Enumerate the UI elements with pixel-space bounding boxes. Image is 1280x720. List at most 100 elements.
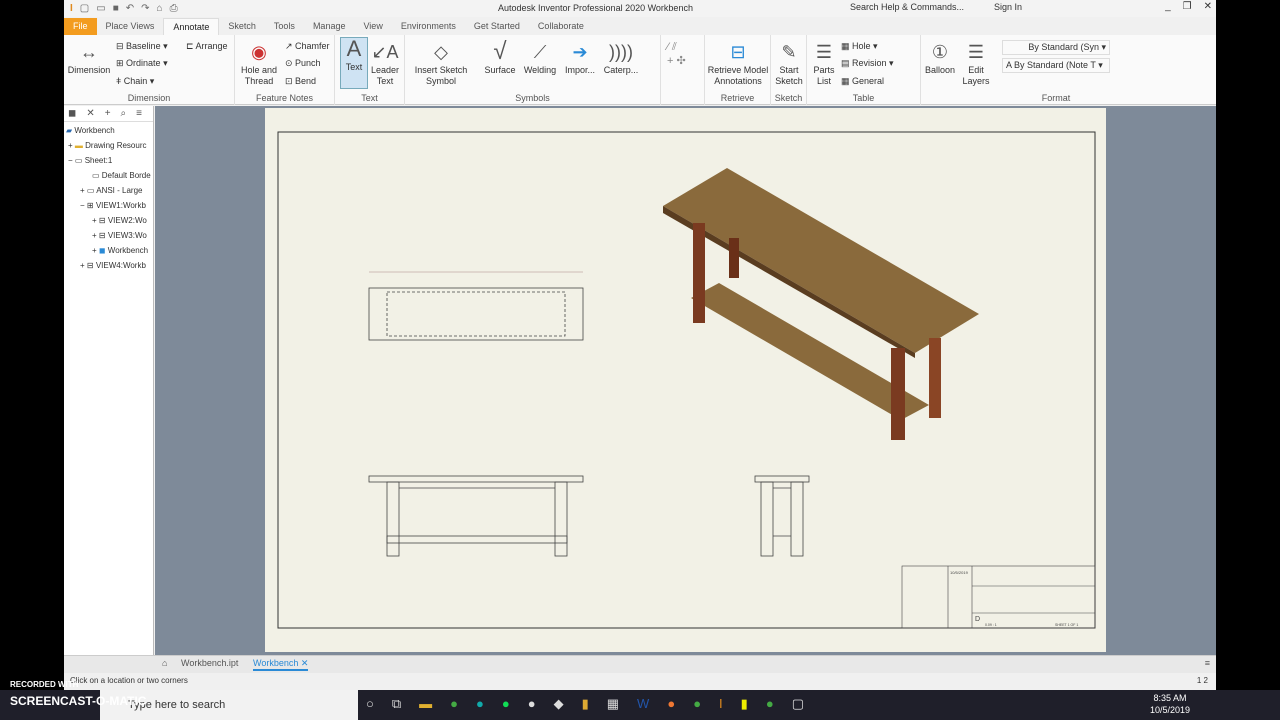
- tab-get-started[interactable]: Get Started: [465, 18, 529, 35]
- tree-node-drawing-resources[interactable]: + ▬ Drawing Resourc: [68, 141, 158, 150]
- dimension-group: ↔ Dimension ⊟ Baseline ▾ ⊞ Ordinate ▾ ǂ C…: [64, 35, 235, 105]
- tab-environments[interactable]: Environments: [392, 18, 465, 35]
- tab-file[interactable]: File: [64, 18, 97, 35]
- surface-button[interactable]: √ Surface: [481, 38, 519, 76]
- leader-text-button[interactable]: ↙A Leader Text: [369, 41, 401, 87]
- retrieve-group: ⊟ Retrieve Model Annotations Retrieve: [705, 35, 771, 105]
- revision-table-button[interactable]: ▤ Revision ▾: [841, 58, 894, 69]
- welding-icon: ⟋: [533, 42, 547, 62]
- punch-button[interactable]: ⊙ Punch: [285, 58, 321, 69]
- front-view: [368, 475, 584, 557]
- tree-node-sheet[interactable]: − ▭ Sheet:1: [68, 156, 158, 165]
- balloon-button[interactable]: ① Balloon: [920, 41, 960, 76]
- feature-notes-group: ◉ Hole and Thread ↗ Chamfer ⊙ Punch ⊡ Ben…: [235, 35, 335, 105]
- tab-sketch[interactable]: Sketch: [219, 18, 265, 35]
- browser-cube-icon[interactable]: ◼: [68, 108, 76, 119]
- dimension-style-select[interactable]: By Standard (Syn ▾: [1002, 40, 1110, 55]
- baseline-button[interactable]: ⊟ Baseline ▾: [116, 41, 168, 52]
- welding-button[interactable]: ⟋ Welding: [521, 41, 559, 76]
- arrange-button[interactable]: ⊏ Arrange: [186, 41, 228, 52]
- tab-view[interactable]: View: [354, 18, 391, 35]
- print-icon[interactable]: ⎙: [170, 3, 178, 14]
- quick-access-toolbar[interactable]: I ▢ ▭ ■ ↶ ↷ ⌂ ⎙: [70, 3, 178, 14]
- doc-tab-drawing[interactable]: Workbench ✕: [253, 658, 309, 671]
- caterpillar-icon: )))): [609, 42, 633, 62]
- drawing-sheet[interactable]: 10/5/2019 D 0.09 : 1 SHEET 1 OF 1: [265, 108, 1106, 652]
- text-icon: A: [346, 36, 362, 61]
- symbols-group: ◇ Insert Sketch Symbol √ Surface ⟋ Welding …: [405, 35, 661, 105]
- help-search[interactable]: Search Help & Commands...: [850, 2, 964, 12]
- taskbar-apps[interactable]: ○ ⧉ ▬ ● ● ● ● ◆ ▮ ▦ W ● ● I ▮ ● ▢: [366, 696, 804, 712]
- top-view: [368, 271, 584, 341]
- doc-menu-icon[interactable]: ≡: [1205, 658, 1210, 668]
- text-group: A Text ↙A Leader Text Text: [335, 35, 405, 105]
- general-table-button[interactable]: ▦ General: [841, 76, 884, 87]
- title-block: [901, 565, 1096, 629]
- tab-manage[interactable]: Manage: [304, 18, 355, 35]
- taskbar-clock[interactable]: 8:35 AM 10/5/2019: [1150, 692, 1190, 716]
- browser-add-icon[interactable]: +: [105, 108, 111, 119]
- tree-node-workbench[interactable]: ▰ Workbench: [66, 126, 156, 135]
- ordinate-button[interactable]: ⊞ Ordinate ▾: [116, 58, 168, 69]
- window-title: Autodesk Inventor Professional 2020 Work…: [498, 3, 693, 13]
- title-bar: I ▢ ▭ ■ ↶ ↷ ⌂ ⎙ Autodesk Inventor Professional …: [64, 0, 1216, 17]
- sign-in-button[interactable]: Sign In: [994, 2, 1022, 12]
- new-icon[interactable]: ▢: [80, 3, 89, 14]
- insert-sketch-symbol-button[interactable]: ◇ Insert Sketch Symbol: [409, 41, 473, 87]
- windows-taskbar: Type here to search ○ ⧉ ▬ ● ● ● ● ◆ ▮ ▦ W ● ● I ▮ ● ▢ 8:…: [0, 690, 1280, 720]
- tab-tools[interactable]: Tools: [265, 18, 304, 35]
- format-group: By Standard (Syn ▾ A By Standard (Note T…: [996, 35, 1116, 105]
- restore-button[interactable]: ❐: [1183, 1, 1192, 12]
- home-tab-icon[interactable]: ⌂: [162, 658, 167, 668]
- bend-button[interactable]: ⊡ Bend: [285, 76, 316, 87]
- surface-icon: √: [493, 38, 507, 65]
- balloon-icon: ①: [931, 42, 949, 62]
- ribbon-tabs: File Place Views Annotate Sketch Tools M…: [64, 18, 1216, 35]
- sketch-symbol-icon: ◇: [434, 42, 448, 62]
- tab-place-views[interactable]: Place Views: [97, 18, 164, 35]
- dimension-button[interactable]: ↔ Dimension: [66, 41, 112, 76]
- title-block-size: D: [975, 616, 980, 623]
- undo-icon[interactable]: ↶: [126, 3, 134, 14]
- isometric-view: [663, 168, 979, 440]
- browser-close-icon[interactable]: ✕: [86, 108, 94, 119]
- minimize-button[interactable]: _: [1165, 1, 1171, 12]
- drawing-canvas[interactable]: 10/5/2019 D 0.09 : 1 SHEET 1 OF 1: [155, 106, 1216, 655]
- chamfer-button[interactable]: ↗ Chamfer: [285, 41, 330, 52]
- close-button[interactable]: ✕: [1204, 1, 1212, 12]
- parts-list-icon: ☰: [815, 42, 833, 62]
- edit-layers-button[interactable]: ☰ Edit Layers: [958, 41, 994, 87]
- import-button[interactable]: ➔ Impor...: [561, 41, 599, 76]
- browser-search-icon[interactable]: ⌕: [121, 108, 127, 119]
- browser-menu-icon[interactable]: ≡: [136, 108, 142, 119]
- chain-button[interactable]: ǂ Chain ▾: [116, 76, 154, 87]
- inventor-window: I ▢ ▭ ■ ↶ ↷ ⌂ ⎙ Autodesk Inventor Professional …: [64, 0, 1216, 690]
- side-view: [754, 475, 810, 557]
- dimension-icon: ↔: [80, 42, 98, 62]
- text-style-select[interactable]: A By Standard (Note T ▾: [1002, 58, 1110, 73]
- caterpillar-button[interactable]: )))) Caterp...: [601, 41, 641, 76]
- layers-icon: ☰: [967, 42, 985, 62]
- line-tools-icons[interactable]: ⁄ ⫽ + ✣: [667, 41, 686, 67]
- status-bar: Click on a location or two corners 1 2: [70, 676, 1208, 685]
- hole-thread-button[interactable]: ◉ Hole and Thread: [237, 41, 281, 87]
- document-tabs: ⌂ Workbench.ipt Workbench ✕ ≡: [64, 655, 1216, 673]
- retrieve-icon: ⊟: [730, 42, 746, 62]
- parts-list-button[interactable]: ☰ Parts List: [809, 41, 839, 87]
- text-button[interactable]: A Text: [340, 37, 368, 89]
- tab-collaborate[interactable]: Collaborate: [529, 18, 593, 35]
- home-icon[interactable]: ⌂: [157, 3, 163, 14]
- open-icon[interactable]: ▭: [96, 3, 105, 14]
- save-icon[interactable]: ■: [113, 3, 119, 14]
- line-tools-group: ⁄ ⫽ + ✣: [661, 35, 705, 105]
- app-icon: I: [70, 3, 73, 14]
- close-tab-icon: ✕: [300, 658, 309, 668]
- retrieve-annotations-button[interactable]: ⊟ Retrieve Model Annotations: [707, 41, 769, 87]
- hole-table-button[interactable]: ▦ Hole ▾: [841, 41, 878, 52]
- drawing-views: 10/5/2019 D 0.09 : 1 SHEET 1 OF 1: [277, 131, 1096, 629]
- start-sketch-button[interactable]: ✎ Start Sketch: [773, 41, 805, 87]
- leader-text-icon: ↙A: [371, 42, 399, 62]
- doc-tab-part[interactable]: Workbench.ipt: [181, 658, 238, 668]
- redo-icon[interactable]: ↷: [141, 3, 149, 14]
- tab-annotate[interactable]: Annotate: [163, 18, 220, 35]
